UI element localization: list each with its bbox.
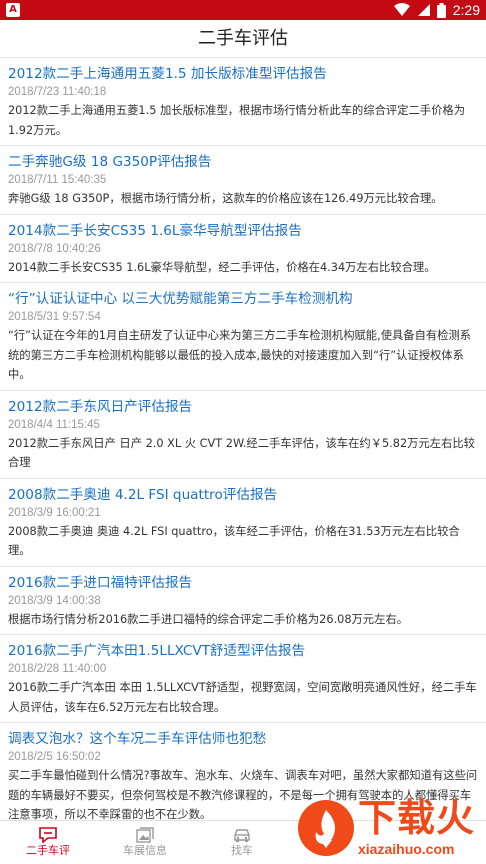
gallery-icon — [136, 827, 154, 843]
article-summary: 2012款二手上海通用五菱1.5 加长版标准型，根据市场行情分析此车的综合评定二… — [8, 104, 465, 137]
list-item[interactable]: 2008款二手奥迪 4.2L FSI quattro评估报告 2018/3/9 … — [0, 479, 486, 567]
article-title[interactable]: 2016款二手广汽本田1.5LLXCVT舒适型评估报告 — [8, 642, 478, 661]
list-item[interactable]: 2016款二手广汽本田1.5LLXCVT舒适型评估报告 2018/2/28 11… — [0, 635, 486, 723]
article-summary: “行”认证在今年的1月自主研发了认证中心来为第三方二手车检测机构赋能,使具备自有… — [8, 329, 472, 381]
list-item[interactable]: 2014款二手长安CS35 1.6L豪华导航型评估报告 2018/7/8 10:… — [0, 215, 486, 283]
list-item[interactable]: 2012款二手东风日产评估报告 2018/4/4 11:15:45 2012款二… — [0, 391, 486, 479]
article-summary: 2012款二手东风日产 日产 2.0 XL 火 CVT 2W.经二手车评估，该车… — [8, 436, 475, 470]
article-date: 2018/3/9 16:00:21 — [8, 506, 101, 519]
article-title[interactable]: 2012款二手东风日产评估报告 — [8, 398, 478, 417]
article-summary: 2016款二手广汽本田 本田 1.5LLXCVT舒适型，视野宽阔，空间宽敞明亮通… — [8, 681, 477, 714]
status-bar: A 2:29 — [0, 0, 486, 20]
article-date: 2018/7/23 11:40:18 — [8, 86, 107, 98]
page-title: 二手车评估 — [198, 28, 288, 49]
article-title[interactable]: 2008款二手奥迪 4.2L FSI quattro评估报告 — [8, 486, 478, 505]
tab-find-car[interactable]: 找车 — [197, 821, 287, 864]
flame-logo-icon — [298, 800, 354, 856]
article-title[interactable]: 调表又泡水？这个车况二手车评估师也犯愁 — [8, 730, 478, 749]
article-list[interactable]: 2012款二手上海通用五菱1.5 加长版标准型评估报告 2018/7/23 11… — [0, 58, 486, 820]
list-item[interactable]: 二手奔驰G级 18 G350P评估报告 2018/7/11 15:40:35 奔… — [0, 146, 486, 215]
signal-icon — [417, 4, 430, 16]
article-title[interactable]: 2012款二手上海通用五菱1.5 加长版标准型评估报告 — [8, 65, 478, 84]
article-summary: 2014款二手长安CS35 1.6L豪华导航型，经二手评估，价格在4.34万左右… — [8, 260, 436, 274]
list-item[interactable]: 2016款二手进口福特评估报告 2018/3/9 14:00:38 根据市场行情… — [0, 567, 486, 635]
article-date: 2018/4/4 11:15:45 — [8, 418, 100, 431]
article-date: 2018/3/9 14:00:38 — [8, 594, 101, 607]
watermark-logo: 下载火 xiazaihuo.com — [298, 796, 482, 862]
tab-label: 找车 — [231, 844, 253, 857]
article-title[interactable]: 2014款二手长安CS35 1.6L豪华导航型评估报告 — [8, 222, 478, 241]
article-summary: 奔驰G级 18 G350P，根据市场行情分析，这款车的价格应该在126.49万元… — [8, 192, 443, 205]
tab-auto-show-info[interactable]: 车展信息 — [100, 821, 190, 864]
title-bar: 二手车评估 — [0, 20, 486, 58]
tab-used-car-evaluation[interactable]: 二手车评 — [3, 821, 93, 864]
article-date: 2018/2/28 11:40:00 — [8, 663, 107, 675]
tab-label: 车展信息 — [123, 844, 167, 857]
list-item[interactable]: “行”认证认证中心 以三大优势赋能第三方二手车检测机构 2018/5/31 9:… — [0, 283, 486, 391]
wifi-icon — [393, 3, 410, 16]
article-title[interactable]: 2016款二手进口福特评估报告 — [8, 574, 478, 593]
article-title[interactable]: 二手奔驰G级 18 G350P评估报告 — [8, 153, 478, 172]
article-title[interactable]: “行”认证认证中心 以三大优势赋能第三方二手车检测机构 — [8, 290, 478, 309]
tab-label: 二手车评 — [26, 844, 70, 857]
watermark-title: 下载火 — [358, 796, 476, 840]
app-notification-icon: A — [6, 3, 20, 17]
status-icons: 2:29 — [393, 0, 480, 20]
article-date: 2018/2/5 16:50:02 — [8, 751, 101, 763]
article-summary: 2008款二手奥迪 奥迪 4.2L FSI quattro，该车经二手评估，价格… — [8, 524, 460, 558]
article-date: 2018/7/11 15:40:35 — [8, 174, 107, 186]
chat-icon — [39, 827, 57, 843]
car-icon — [234, 829, 250, 842]
battery-icon — [436, 2, 446, 18]
article-summary: 根据市场行情分析2016款二手进口福特的综合评定二手价格为26.08万元左右。 — [8, 612, 408, 626]
status-time: 2:29 — [452, 2, 480, 18]
watermark-subtitle: xiazaihuo.com — [358, 841, 455, 857]
article-date: 2018/7/8 10:40:26 — [8, 242, 101, 255]
article-date: 2018/5/31 9:57:54 — [8, 311, 101, 323]
list-item[interactable]: 2012款二手上海通用五菱1.5 加长版标准型评估报告 2018/7/23 11… — [0, 58, 486, 146]
